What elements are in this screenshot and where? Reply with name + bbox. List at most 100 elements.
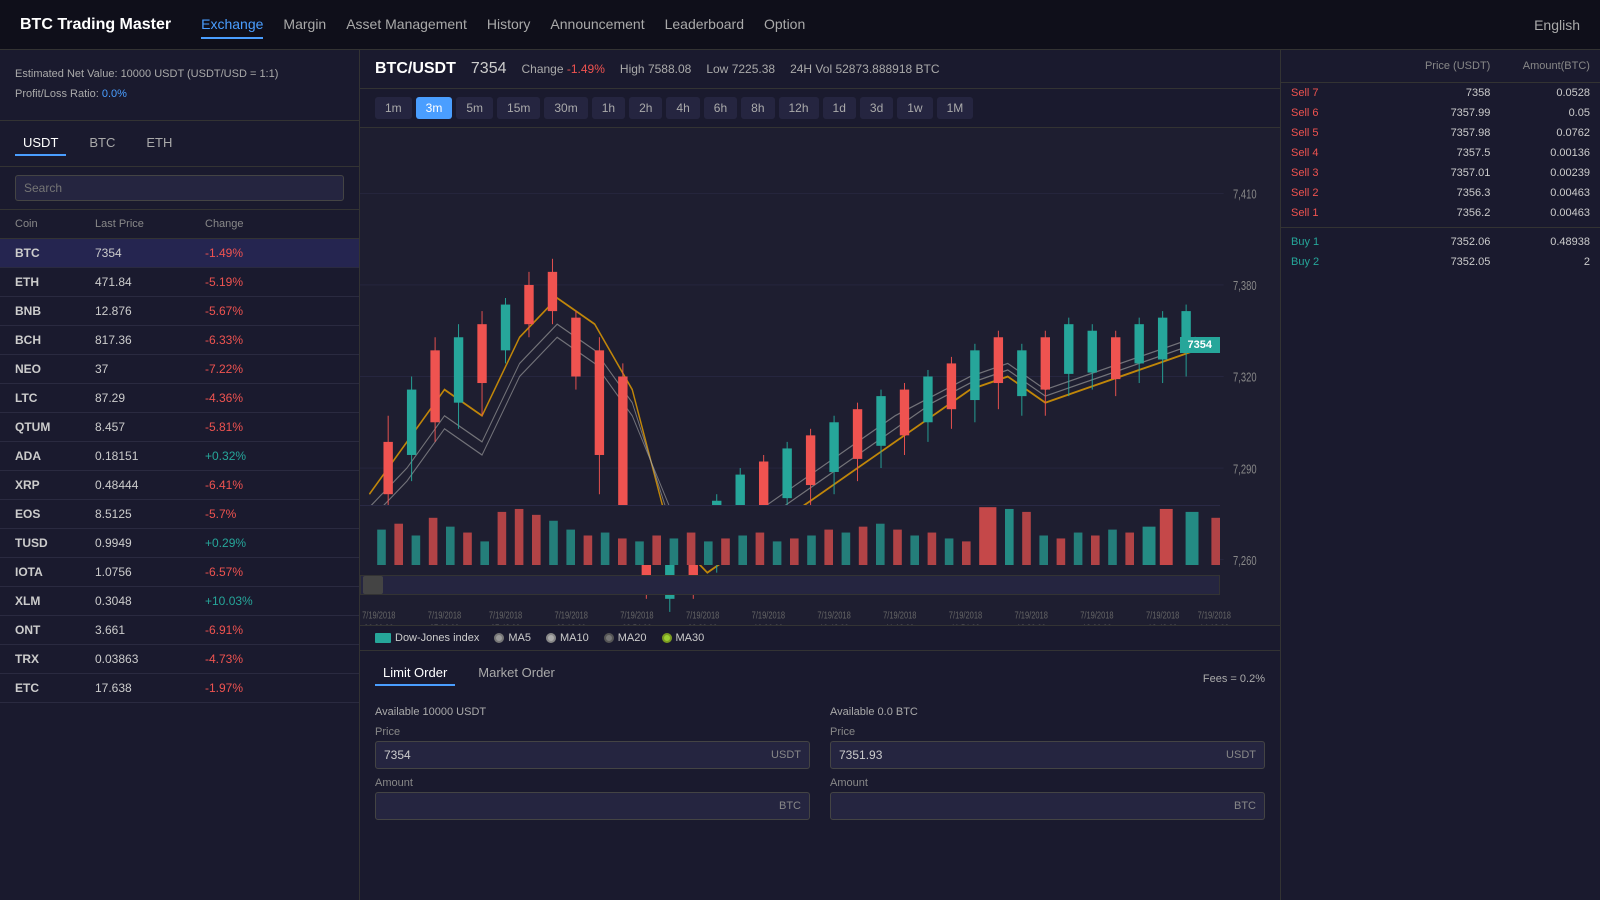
coin-row-eth[interactable]: ETH 471.84 -5.19% [0,268,359,297]
sell-available: Available 0.0 BTC [830,706,1265,718]
coin-name-etc: ETC [15,681,95,695]
svg-text:10:42:00: 10:42:00 [819,622,848,625]
nav-item-leaderboard[interactable]: Leaderboard [665,11,744,39]
coin-name-bnb: BNB [15,304,95,318]
ob-row-sell-2: Sell 2 7356.3 0.00463 [1281,183,1600,203]
coin-name-ltc: LTC [15,391,95,405]
coin-row-qtum[interactable]: QTUM 8.457 -5.81% [0,413,359,442]
buy-price-input[interactable] [376,742,763,768]
currency-tab-eth[interactable]: ETH [138,131,180,156]
col-header-coin: Coin [15,218,95,230]
nav-item-announcement[interactable]: Announcement [550,11,644,39]
nav-item-margin[interactable]: Margin [283,11,326,39]
coin-row-ont[interactable]: ONT 3.661 -6.91% [0,616,359,645]
nav-item-asset-management[interactable]: Asset Management [346,11,467,39]
currency-tab-usdt[interactable]: USDT [15,131,66,156]
coin-row-xlm[interactable]: XLM 0.3048 +10.03% [0,587,359,616]
coin-row-neo[interactable]: NEO 37 -7.22% [0,355,359,384]
ob-sell-amount: 0.00463 [1490,187,1590,199]
coin-row-ltc[interactable]: LTC 87.29 -4.36% [0,384,359,413]
timeframe-btn-3m[interactable]: 3m [416,97,453,119]
coin-row-xrp[interactable]: XRP 0.48444 -6.41% [0,471,359,500]
timeframe-btn-4h[interactable]: 4h [666,97,699,119]
timeframe-btn-5m[interactable]: 5m [456,97,493,119]
coin-row-etc[interactable]: ETC 17.638 -1.97% [0,674,359,703]
coin-price-qtum: 8.457 [95,420,205,434]
svg-text:09:30:00: 09:30:00 [688,622,717,625]
chart-scrollbar[interactable] [360,575,1220,595]
scrollbar-handle-left[interactable] [363,576,383,594]
timeframe-btn-1w[interactable]: 1w [897,97,932,119]
ob-row-sell-1: Sell 1 7356.2 0.00463 [1281,203,1600,223]
nav-item-option[interactable]: Option [764,11,805,39]
ob-sell-amount: 0.0528 [1490,87,1590,99]
svg-text:7/19/2018: 7/19/2018 [620,609,653,620]
coin-change-xlm: +10.03% [205,594,305,608]
coin-price-bnb: 12.876 [95,304,205,318]
coin-price-xrp: 0.48444 [95,478,205,492]
order-area: Limit OrderMarket Order Fees = 0.2% Avai… [360,650,1280,900]
chart-volume: 24H Vol 52873.888918 BTC [790,62,939,76]
timeframe-btn-1h[interactable]: 1h [592,97,625,119]
coin-name-ont: ONT [15,623,95,637]
nav-item-history[interactable]: History [487,11,531,39]
coin-row-trx[interactable]: TRX 0.03863 -4.73% [0,645,359,674]
buy-amount-input[interactable] [376,793,771,819]
svg-text:06:30:00: 06:30:00 [364,622,393,625]
timeframe-btn-30m[interactable]: 30m [544,97,587,119]
ob-header-price--usdt-: Price (USDT) [1391,60,1491,72]
sell-price-input[interactable] [831,742,1218,768]
timeframe-btn-1m[interactable]: 1m [375,97,412,119]
coin-row-ada[interactable]: ADA 0.18151 +0.32% [0,442,359,471]
svg-text:7/19/2018: 7/19/2018 [555,609,588,620]
timeframe-btn-12h[interactable]: 12h [779,97,819,119]
coin-price-tusd: 0.9949 [95,536,205,550]
ob-sell-label: Sell 3 [1291,167,1391,179]
ma30-label: MA30 [676,632,705,644]
buy-amount-input-group: BTC [375,792,810,820]
timeframe-btn-1M[interactable]: 1M [937,97,974,119]
svg-text:7/19/2018: 7/19/2018 [949,609,982,620]
currency-tab-btc[interactable]: BTC [81,131,123,156]
search-input[interactable] [15,175,344,201]
svg-text:7/19/2018: 7/19/2018 [1198,609,1231,620]
col-header-last-price: Last Price [95,218,205,230]
coin-row-tusd[interactable]: TUSD 0.9949 +0.29% [0,529,359,558]
timeframe-btn-6h[interactable]: 6h [704,97,737,119]
timeframe-btn-3d[interactable]: 3d [860,97,893,119]
timeframe-btn-1d[interactable]: 1d [823,97,856,119]
language-selector[interactable]: English [1534,17,1580,33]
svg-text:7,290: 7,290 [1233,463,1256,477]
coin-change-trx: -4.73% [205,652,305,666]
coin-change-ltc: -4.36% [205,391,305,405]
coin-row-bch[interactable]: BCH 817.36 -6.33% [0,326,359,355]
coin-change-neo: -7.22% [205,362,305,376]
coin-price-ont: 3.661 [95,623,205,637]
coin-row-btc[interactable]: BTC 7354 -1.49% [0,239,359,268]
ob-sell-price: 7357.5 [1391,147,1491,159]
timeframe-btn-15m[interactable]: 15m [497,97,540,119]
header: BTC Trading Master Exchange Margin Asset M… [0,0,1600,50]
coin-row-eos[interactable]: EOS 8.5125 -5.7% [0,500,359,529]
sell-amount-input[interactable] [831,793,1226,819]
ob-sell-label: Sell 5 [1291,127,1391,139]
ob-buy-label: Buy 1 [1291,236,1391,248]
sell-amount-label: Amount [830,777,1265,789]
timeframe-btn-8h[interactable]: 8h [741,97,774,119]
timeframe-btn-2h[interactable]: 2h [629,97,662,119]
coin-name-xrp: XRP [15,478,95,492]
svg-text:07:06:00: 07:06:00 [430,622,459,625]
order-tab-market-order[interactable]: Market Order [470,661,563,686]
order-tab-bar: Limit OrderMarket Order Fees = 0.2% [375,661,1265,696]
coin-price-bch: 817.36 [95,333,205,347]
nav-item-exchange[interactable]: Exchange [201,11,263,39]
coin-row-bnb[interactable]: BNB 12.876 -5.67% [0,297,359,326]
coin-row-iota[interactable]: IOTA 1.0756 -6.57% [0,558,359,587]
buy-price-label: Price [375,726,810,738]
ma10-icon [546,633,556,643]
col-header-change: Change [205,218,305,230]
app-logo: BTC Trading Master [20,16,171,34]
ma10-label: MA10 [560,632,589,644]
order-tab-limit-order[interactable]: Limit Order [375,661,455,686]
svg-text:13:06:00: 13:06:00 [1082,622,1111,625]
